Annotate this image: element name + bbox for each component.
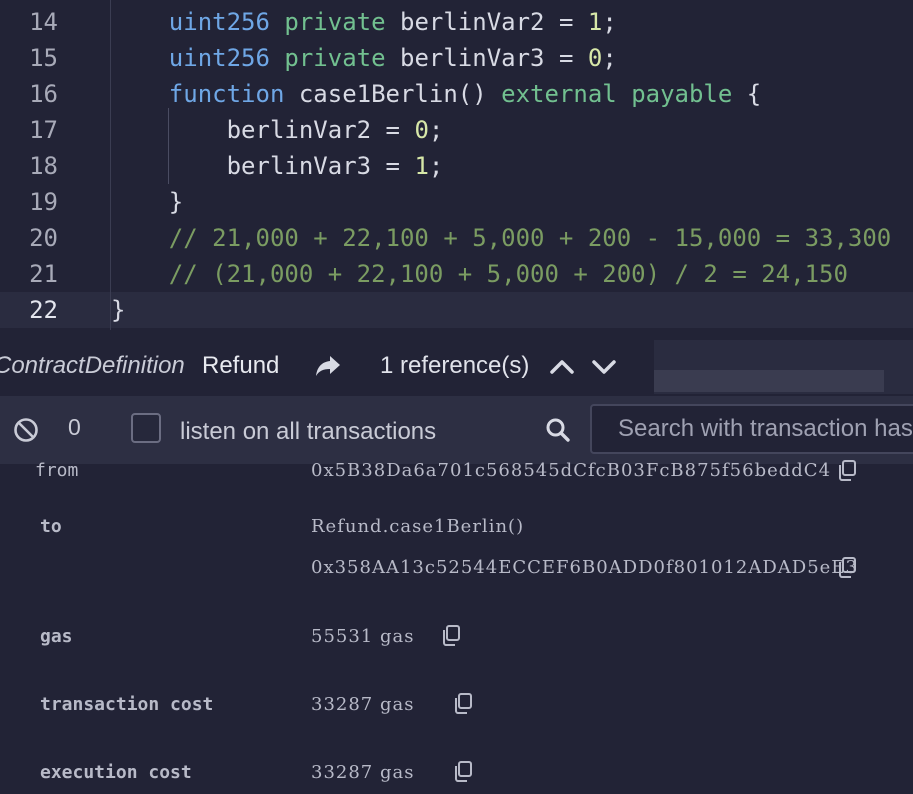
chevron-down-icon[interactable] bbox=[590, 354, 618, 385]
transaction-details: from 0x5B38Da6a701c568545dCfcB03FcB875f5… bbox=[0, 460, 913, 794]
code-line[interactable]: function case1Berlin() external payable … bbox=[169, 76, 761, 112]
copy-icon[interactable] bbox=[442, 624, 462, 650]
reference-bar: ContractDefinition Refund 1 reference(s) bbox=[0, 340, 654, 394]
horizontal-scrollbar-thumb[interactable] bbox=[654, 370, 884, 392]
code-line[interactable]: berlinVar3 = 1; bbox=[227, 148, 444, 184]
code-line[interactable]: berlinVar2 = 0; bbox=[227, 112, 444, 148]
code-token: } bbox=[168, 188, 184, 216]
execution-cost-value: 33287 gas bbox=[311, 762, 415, 783]
chevron-up-icon[interactable] bbox=[548, 354, 576, 385]
terminal-toolbar: 0 listen on all transactions bbox=[0, 396, 913, 464]
transaction-cost-value: 33287 gas bbox=[311, 694, 415, 715]
pending-tx-count: 0 bbox=[68, 414, 81, 440]
code-line[interactable]: } bbox=[111, 292, 125, 328]
code-token: ; bbox=[428, 116, 444, 144]
to-value: Refund.case1Berlin() bbox=[311, 516, 525, 537]
indent-guide bbox=[168, 108, 169, 184]
from-value: 0x5B38Da6a701c568545dCfcB03FcB875f56bedd… bbox=[311, 460, 832, 481]
code-line[interactable]: uint256 private berlinVar3 = 0; bbox=[169, 40, 617, 76]
code-token: berlinVar2 = bbox=[226, 116, 415, 144]
no-entry-icon[interactable] bbox=[12, 416, 40, 449]
code-token: berlinVar3 = bbox=[385, 44, 588, 72]
code-token: ; bbox=[602, 44, 617, 72]
active-line-highlight bbox=[0, 292, 913, 328]
code-editor[interactable]: 14 uint256 private berlinVar2 = 1; 15 uint2… bbox=[0, 0, 913, 330]
code-token: // 21,000 + 22,100 + 5,000 + 200 - 15,00… bbox=[168, 224, 892, 252]
code-token: function bbox=[168, 80, 285, 108]
code-token: { bbox=[732, 80, 762, 108]
code-line[interactable]: uint256 private berlinVar2 = 1; bbox=[169, 4, 617, 40]
copy-icon[interactable] bbox=[454, 760, 474, 786]
line-number: 18 bbox=[29, 152, 58, 180]
to-address: 0x358AA13c52544ECCEF6B0ADD0f801012ADAD5e… bbox=[311, 557, 858, 578]
search-input[interactable] bbox=[590, 404, 913, 454]
line-number: 19 bbox=[29, 188, 58, 216]
gutter-separator bbox=[110, 0, 111, 330]
code-token: 0 bbox=[587, 44, 603, 72]
code-token: uint256 bbox=[168, 8, 270, 36]
share-arrow-icon[interactable] bbox=[312, 350, 344, 387]
code-token: } bbox=[111, 296, 126, 324]
code-token: // (21,000 + 22,100 + 5,000 + 200) / 2 =… bbox=[168, 260, 848, 288]
from-label: from bbox=[35, 460, 79, 481]
code-token: 1 bbox=[587, 8, 603, 36]
copy-icon[interactable] bbox=[838, 556, 858, 582]
code-token: 0 bbox=[414, 116, 429, 144]
code-token: private bbox=[284, 44, 386, 72]
code-token: ; bbox=[428, 152, 444, 180]
line-number: 17 bbox=[29, 116, 58, 144]
context-type-label: ContractDefinition bbox=[0, 352, 185, 379]
copy-icon[interactable] bbox=[454, 692, 474, 718]
gas-value: 55531 gas bbox=[311, 626, 415, 647]
search-icon bbox=[544, 416, 572, 449]
code-token: berlinVar3 = bbox=[226, 152, 415, 180]
code-token: external bbox=[501, 80, 617, 108]
code-token: ; bbox=[602, 8, 617, 36]
code-line[interactable]: // 21,000 + 22,100 + 5,000 + 200 - 15,00… bbox=[169, 220, 891, 256]
line-number: 15 bbox=[29, 44, 58, 72]
copy-icon[interactable] bbox=[838, 459, 858, 485]
reference-count: 1 reference(s) bbox=[380, 352, 530, 379]
execution-cost-label: execution cost bbox=[40, 762, 192, 783]
listen-all-checkbox[interactable] bbox=[131, 413, 161, 443]
line-number: 22 bbox=[29, 296, 58, 324]
code-token: payable bbox=[631, 80, 733, 108]
code-line[interactable]: // (21,000 + 22,100 + 5,000 + 200) / 2 =… bbox=[169, 256, 848, 292]
line-number: 21 bbox=[29, 260, 58, 288]
line-number: 14 bbox=[29, 8, 58, 36]
line-number: 16 bbox=[29, 80, 58, 108]
code-token: uint256 bbox=[168, 44, 270, 72]
line-number: 20 bbox=[29, 224, 58, 252]
context-name-label: Refund bbox=[202, 352, 280, 379]
code-token: 1 bbox=[414, 152, 429, 180]
transaction-cost-label: transaction cost bbox=[40, 694, 214, 715]
to-label: to bbox=[40, 516, 62, 537]
code-token: case1Berlin() bbox=[284, 80, 502, 108]
code-line[interactable]: } bbox=[169, 184, 183, 220]
code-token: private bbox=[284, 8, 386, 36]
code-token: berlinVar2 = bbox=[385, 8, 588, 36]
listen-all-label: listen on all transactions bbox=[180, 418, 437, 445]
gas-label: gas bbox=[40, 626, 73, 647]
